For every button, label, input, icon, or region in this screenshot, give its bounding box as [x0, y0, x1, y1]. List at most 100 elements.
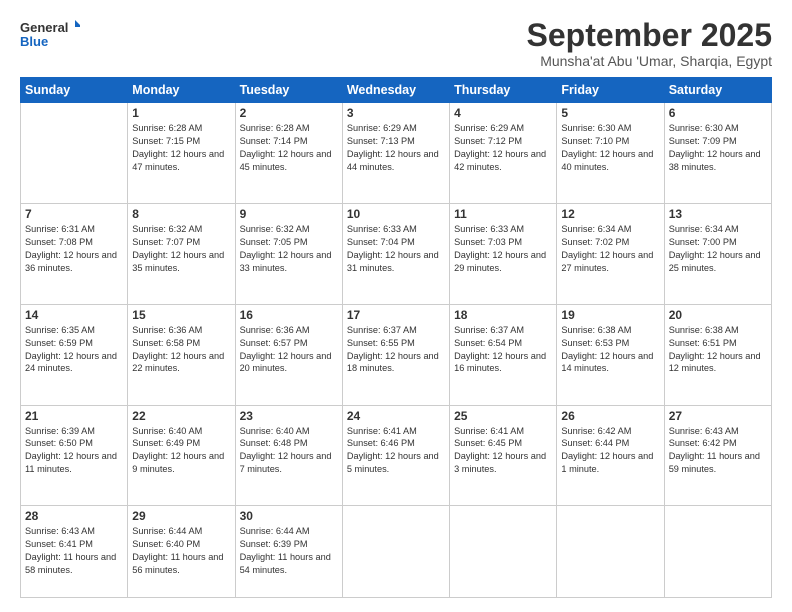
day-number: 27 [669, 409, 767, 423]
day-info: Sunrise: 6:41 AM Sunset: 6:46 PM Dayligh… [347, 425, 445, 477]
location: Munsha'at Abu 'Umar, Sharqia, Egypt [527, 53, 772, 69]
day-info: Sunrise: 6:28 AM Sunset: 7:15 PM Dayligh… [132, 122, 230, 174]
day-number: 13 [669, 207, 767, 221]
table-row: 21 Sunrise: 6:39 AM Sunset: 6:50 PM Dayli… [21, 405, 128, 506]
day-info: Sunrise: 6:43 AM Sunset: 6:41 PM Dayligh… [25, 525, 123, 577]
col-sunday: Sunday [21, 78, 128, 103]
table-row: 2Sunrise: 6:28 AM Sunset: 7:14 PM Daylig… [235, 103, 342, 204]
table-row: 10 Sunrise: 6:33 AM Sunset: 7:04 PM Dayli… [342, 203, 449, 304]
table-row: 6 Sunrise: 6:30 AM Sunset: 7:09 PM Daylig… [664, 103, 771, 204]
table-row: 13Sunrise: 6:34 AM Sunset: 7:00 PM Dayli… [664, 203, 771, 304]
day-info: Sunrise: 6:35 AM Sunset: 6:59 PM Dayligh… [25, 324, 123, 376]
day-number: 14 [25, 308, 123, 322]
day-info: Sunrise: 6:32 AM Sunset: 7:05 PM Dayligh… [240, 223, 338, 275]
col-thursday: Thursday [450, 78, 557, 103]
col-monday: Monday [128, 78, 235, 103]
table-row [557, 506, 664, 598]
day-number: 6 [669, 106, 767, 120]
day-number: 28 [25, 509, 123, 523]
table-row: 22 Sunrise: 6:40 AM Sunset: 6:49 PM Dayli… [128, 405, 235, 506]
table-row: 9 Sunrise: 6:32 AM Sunset: 7:05 PM Daylig… [235, 203, 342, 304]
day-number: 4 [454, 106, 552, 120]
table-row [664, 506, 771, 598]
day-info: Sunrise: 6:29 AM Sunset: 7:13 PM Dayligh… [347, 122, 445, 174]
day-number: 12 [561, 207, 659, 221]
day-info: Sunrise: 6:36 AM Sunset: 6:57 PM Dayligh… [240, 324, 338, 376]
day-number: 10 [347, 207, 445, 221]
col-saturday: Saturday [664, 78, 771, 103]
table-row [342, 506, 449, 598]
day-number: 3 [347, 106, 445, 120]
table-row [450, 506, 557, 598]
day-number: 20 [669, 308, 767, 322]
day-number: 29 [132, 509, 230, 523]
svg-text:Blue: Blue [20, 34, 48, 49]
day-info: Sunrise: 6:34 AM Sunset: 7:02 PM Dayligh… [561, 223, 659, 275]
day-info: Sunrise: 6:39 AM Sunset: 6:50 PM Dayligh… [25, 425, 123, 477]
day-info: Sunrise: 6:44 AM Sunset: 6:39 PM Dayligh… [240, 525, 338, 577]
day-number: 30 [240, 509, 338, 523]
table-row: 26 Sunrise: 6:42 AM Sunset: 6:44 PM Dayli… [557, 405, 664, 506]
day-number: 19 [561, 308, 659, 322]
table-row: 12 Sunrise: 6:34 AM Sunset: 7:02 PM Dayli… [557, 203, 664, 304]
day-info: Sunrise: 6:42 AM Sunset: 6:44 PM Dayligh… [561, 425, 659, 477]
day-number: 16 [240, 308, 338, 322]
day-number: 24 [347, 409, 445, 423]
day-number: 25 [454, 409, 552, 423]
day-number: 22 [132, 409, 230, 423]
day-info: Sunrise: 6:44 AM Sunset: 6:40 PM Dayligh… [132, 525, 230, 577]
logo-svg: General Blue [20, 18, 80, 50]
day-info: Sunrise: 6:33 AM Sunset: 7:04 PM Dayligh… [347, 223, 445, 275]
table-row: 23Sunrise: 6:40 AM Sunset: 6:48 PM Dayli… [235, 405, 342, 506]
table-row: 28 Sunrise: 6:43 AM Sunset: 6:41 PM Dayli… [21, 506, 128, 598]
title-block: September 2025 Munsha'at Abu 'Umar, Shar… [527, 18, 772, 69]
svg-text:General: General [20, 20, 68, 35]
col-wednesday: Wednesday [342, 78, 449, 103]
table-row: 20 Sunrise: 6:38 AM Sunset: 6:51 PM Dayli… [664, 304, 771, 405]
table-row: 1 Sunrise: 6:28 AM Sunset: 7:15 PM Daylig… [128, 103, 235, 204]
day-number: 9 [240, 207, 338, 221]
day-number: 5 [561, 106, 659, 120]
table-row: 4 Sunrise: 6:29 AM Sunset: 7:12 PM Daylig… [450, 103, 557, 204]
day-number: 18 [454, 308, 552, 322]
table-row: 7 Sunrise: 6:31 AM Sunset: 7:08 PM Daylig… [21, 203, 128, 304]
table-row: 24 Sunrise: 6:41 AM Sunset: 6:46 PM Dayli… [342, 405, 449, 506]
month-title: September 2025 [527, 18, 772, 53]
day-number: 2 [240, 106, 338, 120]
calendar-body: 1 Sunrise: 6:28 AM Sunset: 7:15 PM Daylig… [21, 103, 772, 598]
table-row: 27Sunrise: 6:43 AM Sunset: 6:42 PM Dayli… [664, 405, 771, 506]
day-number: 1 [132, 106, 230, 120]
calendar-header-row: Sunday Monday Tuesday Wednesday Thursday… [21, 78, 772, 103]
day-number: 15 [132, 308, 230, 322]
day-info: Sunrise: 6:40 AM Sunset: 6:48 PM Dayligh… [240, 425, 338, 477]
day-info: Sunrise: 6:38 AM Sunset: 6:51 PM Dayligh… [669, 324, 767, 376]
day-info: Sunrise: 6:29 AM Sunset: 7:12 PM Dayligh… [454, 122, 552, 174]
table-row: 5Sunrise: 6:30 AM Sunset: 7:10 PM Daylig… [557, 103, 664, 204]
table-row: 19 Sunrise: 6:38 AM Sunset: 6:53 PM Dayli… [557, 304, 664, 405]
table-row: 14 Sunrise: 6:35 AM Sunset: 6:59 PM Dayli… [21, 304, 128, 405]
calendar-table: Sunday Monday Tuesday Wednesday Thursday… [20, 77, 772, 598]
logo: General Blue [20, 18, 80, 50]
day-number: 26 [561, 409, 659, 423]
header: General Blue September 2025 Munsha'at Ab… [20, 18, 772, 69]
day-number: 11 [454, 207, 552, 221]
col-tuesday: Tuesday [235, 78, 342, 103]
page: General Blue September 2025 Munsha'at Ab… [0, 0, 792, 612]
day-number: 21 [25, 409, 123, 423]
day-info: Sunrise: 6:30 AM Sunset: 7:09 PM Dayligh… [669, 122, 767, 174]
day-info: Sunrise: 6:37 AM Sunset: 6:55 PM Dayligh… [347, 324, 445, 376]
day-info: Sunrise: 6:38 AM Sunset: 6:53 PM Dayligh… [561, 324, 659, 376]
day-info: Sunrise: 6:40 AM Sunset: 6:49 PM Dayligh… [132, 425, 230, 477]
col-friday: Friday [557, 78, 664, 103]
table-row: 16 Sunrise: 6:36 AM Sunset: 6:57 PM Dayli… [235, 304, 342, 405]
day-number: 7 [25, 207, 123, 221]
day-info: Sunrise: 6:33 AM Sunset: 7:03 PM Dayligh… [454, 223, 552, 275]
table-row: 18Sunrise: 6:37 AM Sunset: 6:54 PM Dayli… [450, 304, 557, 405]
day-info: Sunrise: 6:31 AM Sunset: 7:08 PM Dayligh… [25, 223, 123, 275]
table-row [21, 103, 128, 204]
table-row: 17Sunrise: 6:37 AM Sunset: 6:55 PM Dayli… [342, 304, 449, 405]
table-row: 15Sunrise: 6:36 AM Sunset: 6:58 PM Dayli… [128, 304, 235, 405]
table-row: 30 Sunrise: 6:44 AM Sunset: 6:39 PM Dayli… [235, 506, 342, 598]
table-row: 29 Sunrise: 6:44 AM Sunset: 6:40 PM Dayli… [128, 506, 235, 598]
day-number: 8 [132, 207, 230, 221]
